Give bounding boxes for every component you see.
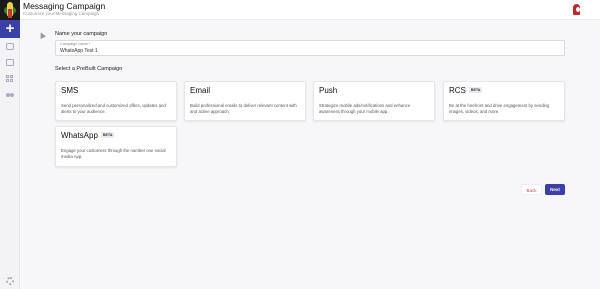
page-header: Messaging Campaign Customize your Messag… (20, 0, 600, 20)
campaign-name-field-value: WhatsApp Test 1 (60, 48, 98, 54)
app-logo[interactable] (0, 0, 20, 20)
campaign-card-title: Email (190, 86, 211, 95)
next-button[interactable]: Next (545, 184, 565, 195)
campaign-card-description: Be at the forefront and drive engagement… (449, 103, 550, 115)
prebuilt-heading: Select a PreBuilt Campaign (55, 66, 123, 72)
campaign-card-sms[interactable]: SMS Send personalized and customized off… (55, 81, 177, 121)
campaign-card-description: Build professional emails to deliver rel… (190, 103, 297, 115)
page-subtitle: Customize your Messaging Campaign (23, 11, 100, 16)
mouse-cursor-icon (38, 31, 46, 39)
campaign-card-push[interactable]: Push Strategize mobile ads/notifications… (313, 81, 435, 121)
campaign-card-title: WhatsApp BETA (61, 131, 115, 140)
campaign-card-email[interactable]: Email Build professional emails to deliv… (184, 81, 306, 121)
campaign-card-title: RCS BETA (449, 86, 483, 95)
campaign-card-description: Send personalized and customized offers,… (61, 103, 166, 115)
sidebar: + (0, 0, 20, 289)
app: + Messaging Campaign Customize your Mess… (0, 0, 600, 289)
campaign-card-title: SMS (61, 86, 79, 95)
add-campaign-button[interactable]: + (0, 20, 20, 38)
campaign-card-rcs[interactable]: RCS BETA Be at the forefront and drive en… (443, 81, 565, 121)
campaign-name-field-label: Campaign name * (60, 42, 91, 46)
campaign-card-title: Push (319, 86, 338, 95)
gear-icon[interactable] (6, 277, 14, 285)
campaign-icon[interactable] (6, 43, 14, 50)
grid-icon[interactable] (6, 75, 14, 82)
page-title: Messaging Campaign (23, 1, 106, 11)
clipboard-icon[interactable] (6, 59, 14, 66)
beta-badge: BETA (468, 87, 483, 93)
back-button[interactable]: Back (521, 184, 542, 195)
campaign-card-description: Engage your customers through the number… (61, 148, 166, 160)
campaign-name-heading: Name your campaign (55, 31, 108, 37)
avatar[interactable] (571, 3, 583, 17)
campaign-card-whatsapp[interactable]: WhatsApp BETA Engage your customers throu… (55, 126, 177, 167)
campaign-card-description: Strategize mobile ads/notifications and … (319, 103, 411, 115)
beta-badge: BETA (100, 132, 115, 138)
users-icon[interactable] (6, 92, 14, 99)
campaign-name-field[interactable]: Campaign name * WhatsApp Test 1 (55, 40, 565, 56)
